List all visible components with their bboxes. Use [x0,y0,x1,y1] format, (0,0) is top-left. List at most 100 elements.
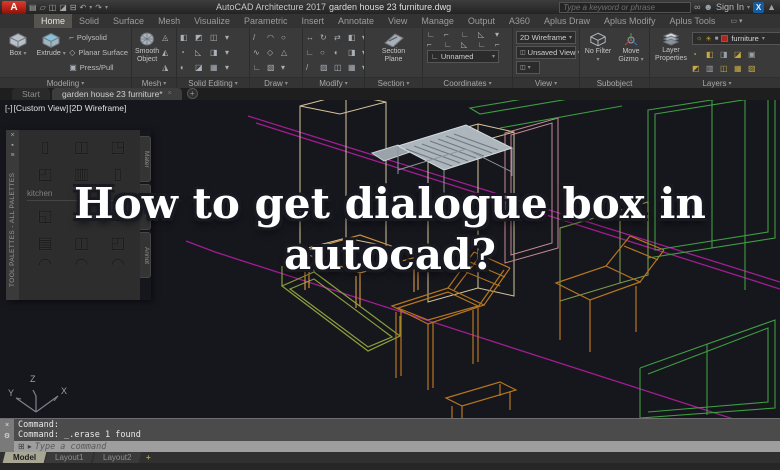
solid-tool-caret-icon[interactable]: ▾ [225,33,238,42]
modify-tool-icon[interactable]: ▨ [320,63,332,72]
named-view-combo[interactable]: ◫ Unsaved View ▾ [516,45,579,59]
drawing-viewport[interactable]: [-] [Custom View] [2D Wireframe] × ▪ ≡ T… [0,100,780,418]
solid-tool-icon[interactable]: ▦ [210,63,223,72]
viewport-minimize-control[interactable]: [-] [5,103,13,113]
panel-label-modify[interactable]: Modify ▾ [303,77,364,88]
modify-tool-icon[interactable]: ○ [320,48,332,57]
modify-tool-icon[interactable]: ◨ [348,48,360,57]
solid-tool-icon[interactable]: ◫ [210,33,223,42]
draw-tool-icon[interactable]: ∿ [253,48,265,57]
layout-tab-layout2[interactable]: Layout2 [92,452,142,463]
ucs-tool-icon[interactable]: ◺ [461,40,476,49]
tab-manage[interactable]: Manage [414,14,461,28]
exchange-apps-icon[interactable]: X [753,1,765,13]
modify-tool-icon[interactable]: ↔ [306,33,318,42]
save-icon[interactable]: ◫ [49,3,57,12]
ribbon-minimize-button[interactable]: ▭ ▾ [730,14,742,28]
extrude-tool-button[interactable]: Extrude ▾ [36,30,66,75]
tab-annotate[interactable]: Annotate [331,14,381,28]
draw-tool-icon[interactable]: ∟ [253,63,265,72]
draw-tool-icon[interactable]: ◠ [267,33,279,42]
app-menu-button[interactable]: A [2,0,26,14]
mesh-tool-icon[interactable]: ◮ [162,63,174,72]
search-icon[interactable]: ∞ [694,2,700,12]
layer-tool-icon[interactable]: ◩ [692,64,704,73]
new-icon[interactable]: ▤ [29,3,37,12]
layer-tool-icon[interactable]: ◪ [734,50,746,59]
add-layout-button[interactable]: + [141,452,156,463]
layer-tool-icon[interactable]: ▥ [706,64,718,73]
tab-view[interactable]: View [381,14,414,28]
auto-hide-icon[interactable]: ▪ [11,142,13,149]
tab-parametric[interactable]: Parametric [237,14,295,28]
draw-tool-icon[interactable]: ◇ [267,48,279,57]
plot-icon[interactable]: ⊟ [70,3,77,12]
help-search-input[interactable] [559,1,692,13]
tab-solid[interactable]: Solid [72,14,106,28]
smooth-object-button[interactable]: Smooth Object [135,30,159,75]
layer-properties-button[interactable]: Layer Properties [653,30,689,75]
solid-tool-icon[interactable]: ◔ [180,48,193,57]
modify-tool-icon[interactable]: ▦ [348,63,360,72]
ucs-named-combo[interactable]: ∟ Unnamed ▾ [427,50,499,63]
ucs-tool-icon[interactable]: ∟ [461,30,476,39]
modify-tool-caret-icon[interactable]: ▾ [362,33,364,42]
viewport-config-combo[interactable]: ◫ ▾ [516,61,540,75]
viewport-visual-style-control[interactable]: [2D Wireframe] [69,103,126,113]
tab-output[interactable]: Output [461,14,502,28]
layer-tool-icon[interactable]: ▣ [748,50,760,59]
no-filter-button[interactable]: No Filter ▾ [583,30,613,75]
modify-tool-icon[interactable]: / [306,63,318,72]
file-tab-document[interactable]: garden house 23 furniture* × [51,88,182,100]
ucs-tool-icon[interactable]: ∟ [478,40,493,49]
panel-label-modeling[interactable]: Modeling ▾ [0,77,131,88]
press-pull-button[interactable]: ▣ Press/Pull [69,63,128,72]
cabinet-icon[interactable]: ▯ [41,139,50,156]
customize-icon[interactable]: ⊞ [18,442,25,451]
draw-tool-icon[interactable]: / [253,33,265,42]
layer-select-combo[interactable]: ☼ ☀ ■ furniture ▾ [692,32,780,45]
qat-caret-icon[interactable]: ▾ [105,4,108,11]
solid-tool-icon[interactable]: ◧ [180,33,193,42]
tab-a360[interactable]: A360 [502,14,537,28]
help-icon[interactable]: ▲ [767,2,776,12]
mesh-tool-icon[interactable]: ◭ [162,48,174,57]
sink-icon[interactable]: ◳ [110,139,125,156]
solid-tool-icon[interactable]: ◺ [195,48,208,57]
visual-style-combo[interactable]: 2D Wireframe ▾ [516,30,576,44]
tab-insert[interactable]: Insert [294,14,331,28]
undo-caret-icon[interactable]: ▾ [89,4,92,11]
tab-mesh[interactable]: Mesh [151,14,187,28]
layer-tool-icon[interactable]: ◫ [720,64,732,73]
layer-tool-icon[interactable]: ◨ [720,50,732,59]
box-tool-button[interactable]: Box ▾ [3,30,33,75]
sign-in-button[interactable]: Sign In [716,2,744,12]
modify-tool-icon[interactable]: ⇄ [334,33,346,42]
solid-tool-caret-icon[interactable]: ▾ [225,63,238,72]
layer-tool-icon[interactable]: ▨ [748,64,760,73]
layer-tool-icon[interactable]: ◔ [692,50,704,59]
layout-tab-model[interactable]: Model [2,452,47,463]
solid-tool-icon[interactable]: ◐ [180,63,193,72]
draw-tool-caret-icon[interactable]: ▾ [281,63,293,72]
draw-tool-icon[interactable]: ▧ [267,63,279,72]
modify-tool-icon[interactable]: ◧ [348,33,360,42]
planar-surface-button[interactable]: ◇ Planar Surface [69,48,128,57]
file-tab-start[interactable]: Start [12,88,50,100]
ucs-tool-icon[interactable]: ∟ [444,40,459,49]
section-plane-button[interactable]: Section Plane [374,30,414,75]
close-icon[interactable]: × [10,132,14,139]
layout-tab-layout1[interactable]: Layout1 [44,452,94,463]
tab-visualize[interactable]: Visualize [187,14,237,28]
save-as-icon[interactable]: ◪ [59,3,67,12]
layer-tool-icon[interactable]: ▦ [734,64,746,73]
command-input[interactable] [34,441,776,452]
sign-in-caret-icon[interactable]: ▾ [747,4,750,11]
command-window-grip[interactable]: × ⚙ [0,419,14,452]
undo-icon[interactable]: ↶ [80,3,87,12]
tab-aplus-modify[interactable]: Aplus Modify [597,14,663,28]
tab-aplus-tools[interactable]: Aplus Tools [663,14,723,28]
solid-tool-icon[interactable]: ◨ [210,48,223,57]
modify-tool-icon[interactable]: ∟ [306,48,318,57]
modify-tool-icon[interactable]: ◐ [334,48,346,57]
